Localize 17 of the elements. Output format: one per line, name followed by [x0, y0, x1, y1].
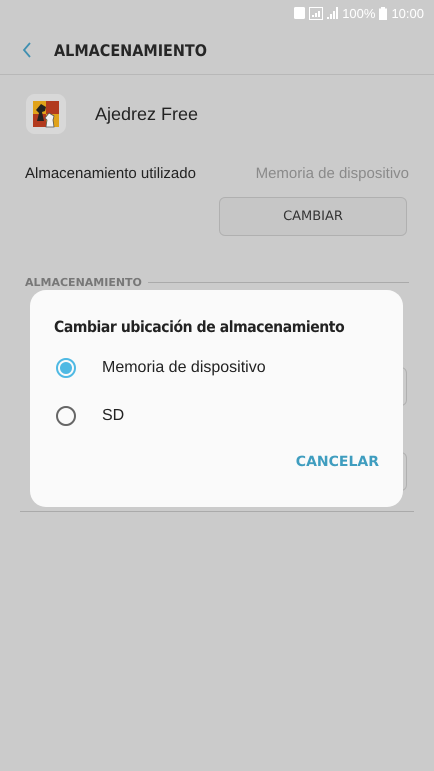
back-icon[interactable]: [22, 42, 32, 58]
radio-button[interactable]: [56, 358, 76, 378]
section-title: ALMACENAMIENTO: [25, 276, 142, 289]
radio-button[interactable]: [56, 406, 76, 426]
option-label[interactable]: Memoria de dispositivo: [102, 359, 266, 377]
dialog-title: Cambiar ubicación de almacenamiento: [54, 318, 346, 336]
signal-icon: [309, 6, 324, 20]
setting-label: Almacenamiento utilizado: [25, 165, 196, 182]
battery-icon: [379, 6, 388, 20]
app-name: Ajedrez Free: [95, 104, 198, 124]
sim-icon: [294, 7, 306, 19]
setting-value: Memoria de dispositivo: [256, 165, 409, 182]
change-button[interactable]: CAMBIAR: [219, 197, 407, 236]
chess-app-icon: [25, 93, 67, 135]
page-title: ALMACENAMIENTO: [54, 40, 207, 60]
signal-icon: [327, 7, 338, 19]
option-label[interactable]: SD: [102, 407, 124, 425]
